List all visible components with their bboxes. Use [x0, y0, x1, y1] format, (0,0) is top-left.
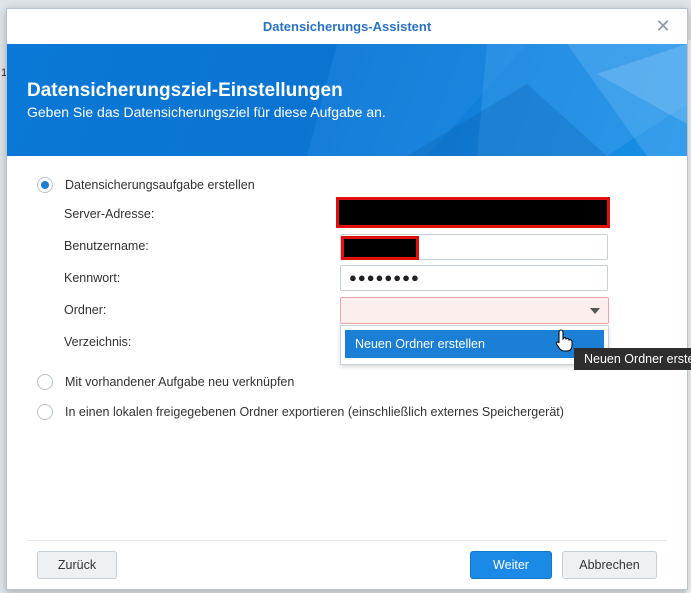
- page-subtitle: Geben Sie das Datensicherungsziel für di…: [27, 104, 386, 120]
- next-button[interactable]: Weiter: [470, 551, 552, 579]
- server-address-label: Server-Adresse:: [64, 207, 155, 221]
- dialog-title: Datensicherungs-Assistent: [262, 19, 432, 34]
- radio-unselected[interactable]: [37, 404, 53, 420]
- close-icon[interactable]: ✕: [653, 16, 673, 36]
- option-export-local[interactable]: In einen lokalen freigegebenen Ordner ex…: [37, 404, 564, 420]
- option-relink-task-label: Mit vorhandener Aufgabe neu verknüpfen: [65, 375, 295, 389]
- header-banner: Datensicherungsziel-Einstellungen Geben …: [7, 44, 687, 156]
- option-create-task[interactable]: Datensicherungsaufgabe erstellen: [37, 177, 255, 193]
- option-create-task-label: Datensicherungsaufgabe erstellen: [65, 178, 255, 192]
- cancel-button[interactable]: Abbrechen: [562, 551, 657, 579]
- dialog-titlebar: Datensicherungs-Assistent ✕: [7, 9, 687, 45]
- option-relink-task[interactable]: Mit vorhandener Aufgabe neu verknüpfen: [37, 374, 294, 390]
- password-field[interactable]: ●●●●●●●●: [340, 265, 608, 291]
- chevron-down-icon[interactable]: [590, 308, 600, 314]
- folder-select[interactable]: [340, 297, 609, 324]
- option-export-local-label: In einen lokalen freigegebenen Ordner ex…: [65, 405, 564, 419]
- footer-divider: [27, 540, 667, 541]
- username-label: Benutzername:: [64, 239, 149, 253]
- tooltip: Neuen Ordner erstellen: [574, 348, 691, 370]
- folder-label: Ordner:: [64, 303, 107, 317]
- password-label: Kennwort:: [64, 271, 121, 285]
- radio-unselected[interactable]: [37, 374, 53, 390]
- username-value-redacted: [341, 236, 419, 260]
- radio-selected[interactable]: [37, 177, 53, 193]
- back-button[interactable]: Zurück: [37, 551, 117, 579]
- password-value: ●●●●●●●●: [349, 270, 420, 285]
- backup-wizard-dialog: Datensicherungs-Assistent ✕ Datensicheru…: [6, 8, 688, 590]
- hand-cursor-icon: [555, 329, 573, 352]
- page-heading: Datensicherungsziel-Einstellungen: [27, 80, 343, 101]
- directory-label: Verzeichnis:: [64, 335, 132, 349]
- server-address-field-redacted[interactable]: [336, 197, 610, 228]
